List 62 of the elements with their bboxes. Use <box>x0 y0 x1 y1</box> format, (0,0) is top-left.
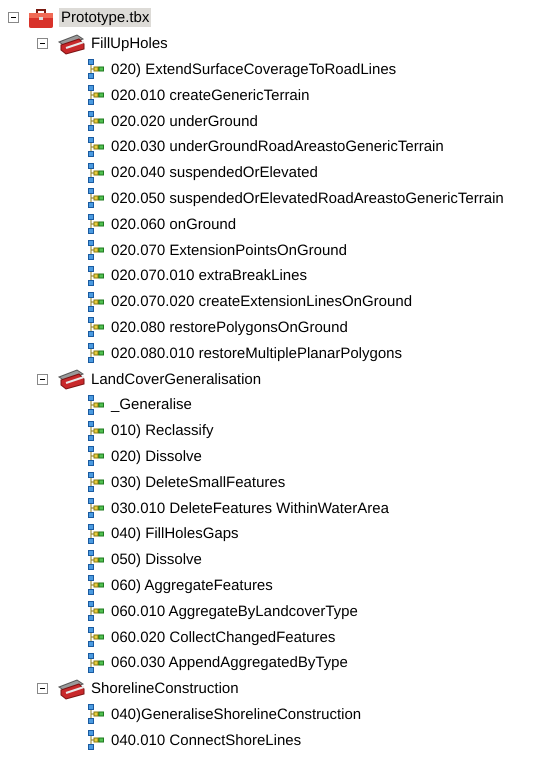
model-icon <box>88 266 104 286</box>
toolbox-icon <box>28 6 54 29</box>
model-icon <box>88 704 104 724</box>
model-icon <box>88 85 104 106</box>
tree-item[interactable]: 020.070 ExtensionPointsOnGround <box>109 240 349 260</box>
tree-item[interactable]: 040.010 ConnectShoreLines <box>109 730 304 750</box>
model-icon <box>88 214 104 234</box>
model-icon <box>88 394 104 415</box>
tree-item[interactable]: 020.010 createGenericTerrain <box>109 86 312 105</box>
tree-item[interactable]: 010) Reclassify <box>109 421 216 440</box>
tree-item[interactable]: 040)GeneraliseShorelineConstruction <box>109 704 364 724</box>
collapse-toggle[interactable] <box>8 12 19 24</box>
tree-item[interactable]: 060.010 AggregateByLandcoverType <box>109 602 360 621</box>
model-icon <box>88 136 104 157</box>
tree-item[interactable]: FillUpHoles <box>89 34 170 54</box>
tree-item[interactable]: ShorelineConstruction <box>89 679 241 698</box>
toolset-icon <box>57 32 85 55</box>
tree-item[interactable]: 020) Dissolve <box>109 446 204 466</box>
toolset-icon <box>57 368 85 390</box>
model-icon <box>88 162 104 183</box>
collapse-toggle[interactable] <box>37 683 48 694</box>
model-icon <box>88 420 104 441</box>
tree-item[interactable]: LandCoverGeneralisation <box>89 370 264 389</box>
model-icon <box>88 601 104 622</box>
model-icon <box>88 524 104 544</box>
tree-item[interactable]: 060.020 CollectChangedFeatures <box>109 628 338 647</box>
model-icon <box>88 446 104 466</box>
model-icon <box>88 472 104 492</box>
model-icon <box>88 111 104 132</box>
tree-item[interactable]: 020) ExtendSurfaceCoverageToRoadLines <box>109 60 398 79</box>
tree-item[interactable]: 020.030 underGroundRoadAreastoGenericTerrain <box>109 137 446 156</box>
model-icon <box>88 240 104 260</box>
collapse-toggle[interactable] <box>37 38 48 50</box>
model-icon <box>88 652 104 673</box>
tree-item[interactable]: 020.080.010 restoreMultiplePlanarPolygons <box>109 344 404 363</box>
tree-item[interactable]: 040) FillHolesGaps <box>109 524 241 544</box>
tree-item[interactable]: 020.060 onGround <box>109 214 238 234</box>
model-icon <box>88 627 104 648</box>
tree-item[interactable]: 030) DeleteSmallFeatures <box>109 472 288 492</box>
tree-item[interactable]: 020.050 suspendedOrElevatedRoadAreastoGenericTerrain <box>109 188 506 208</box>
tree-item[interactable]: 060.030 AppendAggregatedByType <box>109 653 350 672</box>
tree-item[interactable]: 020.020 underGround <box>109 112 260 131</box>
tree-item[interactable]: 060) AggregateFeatures <box>109 576 275 595</box>
model-icon <box>88 292 104 312</box>
collapse-toggle[interactable] <box>37 374 48 385</box>
model-icon <box>88 730 104 750</box>
tree-item[interactable]: _Generalise <box>109 395 194 414</box>
tree-item[interactable]: 050) Dissolve <box>109 550 204 570</box>
toolset-icon <box>57 678 85 700</box>
model-icon <box>88 317 104 338</box>
model-icon <box>88 188 104 208</box>
model-icon <box>88 343 104 364</box>
tree-item[interactable]: Prototype.tbx <box>59 8 152 28</box>
tree-item[interactable]: 020.080 restorePolygonsOnGround <box>109 318 350 337</box>
tree-item[interactable]: 020.070.020 createExtensionLinesOnGround <box>109 292 414 312</box>
model-icon <box>88 575 104 596</box>
model-icon <box>88 550 104 570</box>
model-icon <box>88 498 104 518</box>
tree-item[interactable]: 020.070.010 extraBreakLines <box>109 266 309 286</box>
tree-item[interactable]: 030.010 DeleteFeatures WithinWaterArea <box>109 498 391 518</box>
tree-item[interactable]: 020.040 suspendedOrElevated <box>109 163 320 182</box>
model-icon <box>88 59 104 80</box>
